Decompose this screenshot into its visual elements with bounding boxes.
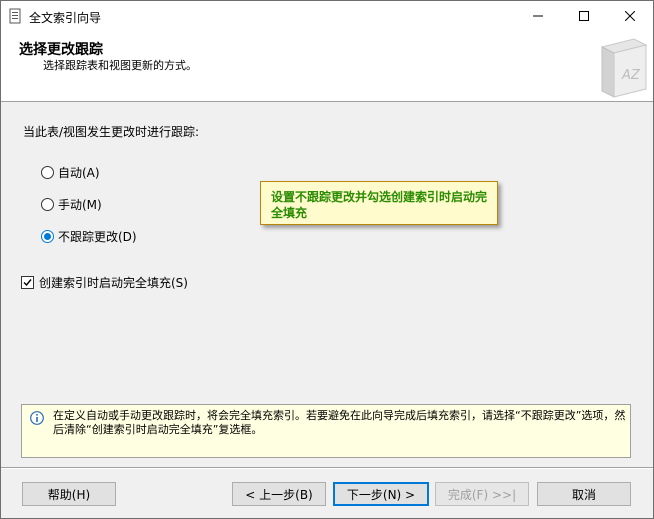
maximize-icon xyxy=(579,11,589,21)
info-panel: 在定义自动或手动更改跟踪时，将会完全填充索引。若要避免在此向导完成后填充索引，请… xyxy=(21,404,631,458)
cancel-button[interactable]: 取消 xyxy=(537,482,631,506)
minimize-button[interactable] xyxy=(515,1,561,31)
page-subtitle: 选择跟踪表和视图更新的方式。 xyxy=(43,59,197,72)
title-bar[interactable]: 全文索引向导 xyxy=(1,1,653,31)
radio-manual-circle[interactable] xyxy=(41,197,54,211)
radio-auto-label: 自动(A) xyxy=(58,165,100,180)
window-title: 全文索引向导 xyxy=(29,11,102,25)
radio-no-tracking[interactable]: 不跟踪更改(D) xyxy=(41,226,137,246)
wizard-window: 全文索引向导 选择更改跟踪 选择跟踪表和视图更新的方式。 AZ 当此表/视图发生… xyxy=(0,0,654,519)
close-icon xyxy=(625,11,635,21)
full-population-checkbox[interactable] xyxy=(21,275,34,289)
document-icon xyxy=(9,8,21,24)
callout-text: 设置不跟踪更改并勾选创建索引时启动完全填充 xyxy=(271,190,488,220)
info-text: 在定义自动或手动更改跟踪时，将会完全填充索引。若要避免在此向导完成后填充索引，请… xyxy=(53,409,626,436)
page-title: 选择更改跟踪 xyxy=(19,42,103,58)
checkmark-icon xyxy=(23,278,32,286)
minimize-icon xyxy=(533,15,543,17)
radio-auto-circle[interactable] xyxy=(41,165,54,179)
info-icon xyxy=(30,411,44,425)
svg-text:AZ: AZ xyxy=(621,68,641,83)
close-button[interactable] xyxy=(607,1,653,31)
book-az-icon: AZ xyxy=(600,38,648,98)
full-population-label: 创建索引时启动完全填充(S) xyxy=(39,275,188,290)
radio-no-tracking-circle[interactable] xyxy=(41,229,54,243)
radio-auto[interactable]: 自动(A) xyxy=(41,162,100,182)
radio-manual-label: 手动(M) xyxy=(58,197,102,212)
next-button[interactable]: 下一步(N) > xyxy=(333,482,429,506)
help-button[interactable]: 帮助(H) xyxy=(22,482,116,506)
footer-divider xyxy=(1,467,653,469)
radio-no-tracking-label: 不跟踪更改(D) xyxy=(58,229,137,244)
maximize-button[interactable] xyxy=(561,1,607,31)
back-button[interactable]: < 上一步(B) xyxy=(232,482,326,506)
tracking-prompt: 当此表/视图发生更改时进行跟踪: xyxy=(23,125,200,139)
radio-manual[interactable]: 手动(M) xyxy=(41,194,102,214)
wizard-header: 选择更改跟踪 选择跟踪表和视图更新的方式。 AZ xyxy=(1,31,653,102)
full-population-checkbox-row[interactable]: 创建索引时启动完全填充(S) xyxy=(21,272,188,292)
annotation-callout: 设置不跟踪更改并勾选创建索引时启动完全填充 xyxy=(260,181,498,225)
finish-button[interactable]: 完成(F) >>| xyxy=(435,482,529,506)
